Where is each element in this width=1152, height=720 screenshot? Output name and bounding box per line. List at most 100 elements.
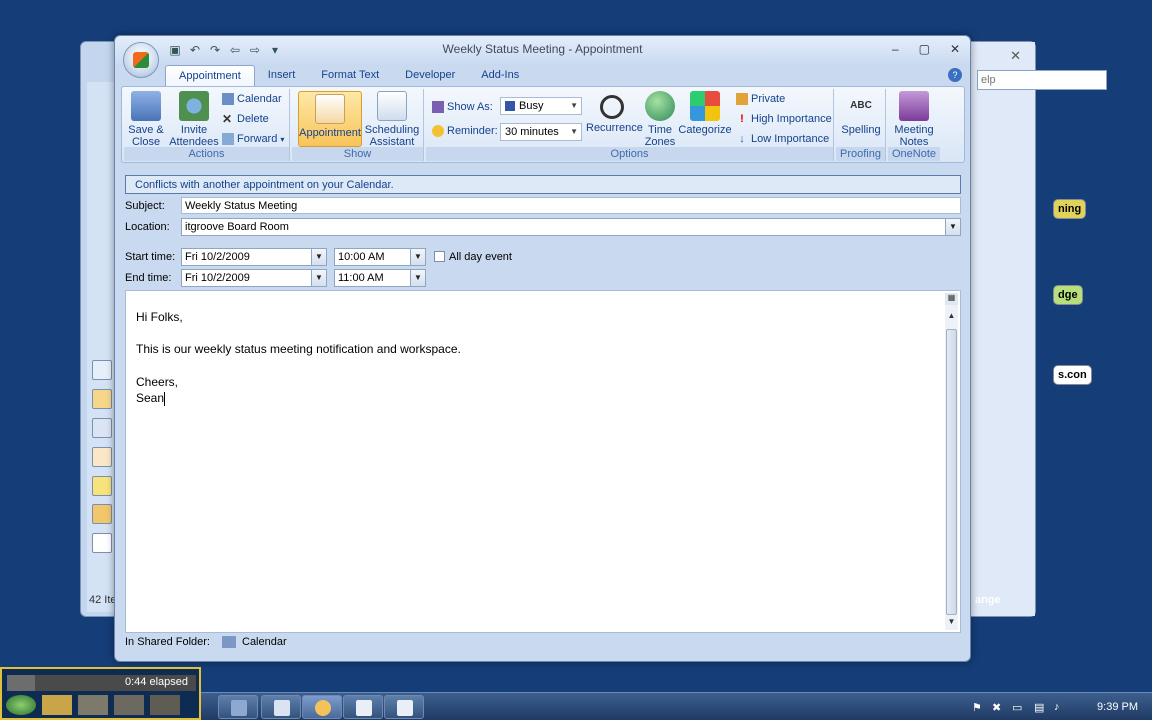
body-scrollbar[interactable]: ▦ ▲ ▼ [945, 293, 958, 630]
reminder-dropdown[interactable]: 30 minutes ▼ [500, 123, 582, 141]
meeting-notes-button[interactable]: Meeting Notes [890, 91, 938, 148]
background-close-icon[interactable]: ✕ [1010, 48, 1021, 64]
proofing-group: ABC Spelling Proofing [836, 89, 886, 161]
elapsed-bar: 0:44 elapsed [7, 675, 196, 691]
office-button[interactable] [123, 42, 159, 78]
taskbar-button-network[interactable] [218, 695, 258, 719]
calendar-button[interactable]: Calendar [222, 93, 282, 105]
settings-icon[interactable] [78, 695, 108, 715]
start-time-label: Start time: [125, 251, 176, 263]
background-calendar-pill[interactable]: s.con [1053, 365, 1092, 385]
private-button[interactable]: Private [736, 93, 785, 105]
busy-color-icon [505, 101, 515, 112]
forward-button[interactable]: Forward ▾ [222, 133, 284, 145]
chevron-down-icon[interactable]: ▼ [311, 249, 326, 265]
start-orb-icon[interactable] [6, 695, 36, 715]
taskbar-button-notepad[interactable] [261, 695, 301, 719]
scheduling-assistant-button[interactable]: Scheduling Assistant [364, 91, 420, 148]
forward-icon [222, 133, 234, 145]
appointment-button[interactable]: Appointment [298, 91, 362, 147]
location-combo[interactable]: itgroove Board Room ▼ [181, 218, 961, 236]
show-as-text: Show As: [447, 101, 493, 113]
text-cursor [164, 391, 166, 406]
end-time-picker[interactable]: 11:00 AM ▼ [334, 269, 426, 287]
tab-insert[interactable]: Insert [255, 65, 309, 87]
scroll-thumb[interactable] [946, 329, 957, 615]
folder-icon[interactable] [42, 695, 72, 715]
categorize-button[interactable]: Categorize [678, 91, 732, 136]
undo-icon[interactable] [114, 695, 144, 715]
tab-format-text[interactable]: Format Text [308, 65, 392, 87]
flag-icon[interactable]: ⚑ [972, 701, 984, 714]
minimize-icon[interactable]: – [892, 42, 899, 56]
start-date-picker[interactable]: Fri 10/2/2009 ▼ [181, 248, 327, 266]
office-logo-icon [133, 52, 149, 68]
start-time-picker[interactable]: 10:00 AM ▼ [334, 248, 426, 266]
ruler-toggle-icon[interactable]: ▦ [945, 293, 958, 305]
recurrence-button[interactable]: Recurrence [586, 91, 643, 134]
appointment-window[interactable]: ▣ ↶ ↷ ⇦ ⇨ ▾ Weekly Status Meeting - Appo… [114, 35, 971, 662]
display-icon[interactable]: ▭ [1012, 701, 1024, 714]
low-importance-button[interactable]: ↓ Low Importance [736, 133, 829, 145]
start-time-value: 10:00 AM [338, 251, 385, 263]
reminder-value: 30 minutes [505, 126, 559, 138]
maximize-icon[interactable]: ▢ [919, 42, 930, 56]
calendar-icon[interactable] [92, 389, 112, 409]
folder-icon[interactable] [92, 504, 112, 524]
shortcut-icon[interactable] [92, 533, 112, 553]
tasks-icon[interactable] [92, 447, 112, 467]
taskbar-button-outlook[interactable] [302, 695, 342, 719]
cancel-icon[interactable] [150, 695, 180, 715]
network-tray-icon[interactable]: ▤ [1034, 701, 1046, 714]
notes-icon[interactable] [92, 476, 112, 496]
high-importance-button[interactable]: ! High Importance [736, 113, 832, 125]
invite-attendees-button[interactable]: Invite Attendees [168, 91, 220, 148]
close-icon[interactable]: ✕ [950, 42, 960, 56]
tab-add-ins[interactable]: Add-Ins [468, 65, 532, 87]
outlook-icon [315, 700, 331, 716]
chevron-down-icon[interactable]: ▼ [410, 270, 425, 286]
delete-button[interactable]: ✕ Delete [222, 113, 269, 125]
clock[interactable]: 9:39 PM [1097, 701, 1138, 713]
save-close-button[interactable]: Save & Close [126, 91, 166, 148]
taskbar-button-app[interactable] [384, 695, 424, 719]
background-arrange[interactable]: ange [975, 594, 1001, 606]
forward-dropdown-icon: ▾ [280, 134, 285, 144]
background-calendar-pill[interactable]: ning [1053, 199, 1087, 219]
title-bar[interactable]: ▣ ↶ ↷ ⇦ ⇨ ▾ Weekly Status Meeting - Appo… [115, 36, 970, 64]
tab-developer[interactable]: Developer [392, 65, 468, 87]
spelling-button[interactable]: ABC Spelling [838, 91, 884, 136]
scroll-up-icon[interactable]: ▲ [945, 311, 958, 320]
subject-label: Subject: [125, 200, 165, 212]
action-center-icon[interactable]: ✖ [992, 701, 1004, 714]
high-importance-label: High Importance [751, 113, 832, 125]
tab-appointment[interactable]: Appointment [165, 65, 255, 87]
background-help-box[interactable]: elp [977, 70, 1107, 90]
contacts-icon[interactable] [92, 418, 112, 438]
mail-icon[interactable] [92, 360, 112, 380]
chevron-down-icon[interactable]: ▼ [311, 270, 326, 286]
high-importance-icon: ! [740, 113, 744, 125]
chevron-down-icon[interactable]: ▼ [410, 249, 425, 265]
help-icon[interactable]: ? [948, 68, 962, 82]
reminder-bell-icon [432, 125, 444, 137]
show-as-dropdown[interactable]: Busy ▼ [500, 97, 582, 115]
all-day-checkbox[interactable] [434, 251, 445, 262]
subject-input[interactable]: Weekly Status Meeting [181, 197, 961, 214]
onenote-icon [899, 91, 929, 121]
scroll-down-icon[interactable]: ▼ [945, 617, 958, 626]
volume-icon[interactable]: ♪ [1054, 701, 1066, 713]
spelling-label: Spelling [841, 124, 881, 136]
end-date-picker[interactable]: Fri 10/2/2009 ▼ [181, 269, 327, 287]
calendar-folder-icon [222, 636, 236, 648]
message-body[interactable]: Hi Folks, This is our weekly status meet… [125, 290, 961, 633]
forward-label: Forward [237, 133, 278, 145]
chevron-down-icon[interactable]: ▼ [945, 219, 960, 235]
background-right-pane [971, 42, 1035, 616]
invite-label: Invite [180, 124, 208, 136]
time-zones-button[interactable]: Time Zones [642, 91, 678, 148]
taskbar-button-word[interactable] [343, 695, 383, 719]
shared-folder-value[interactable]: Calendar [242, 636, 287, 648]
categorize-label: Categorize [678, 124, 732, 136]
background-calendar-pill[interactable]: dge [1053, 285, 1083, 305]
